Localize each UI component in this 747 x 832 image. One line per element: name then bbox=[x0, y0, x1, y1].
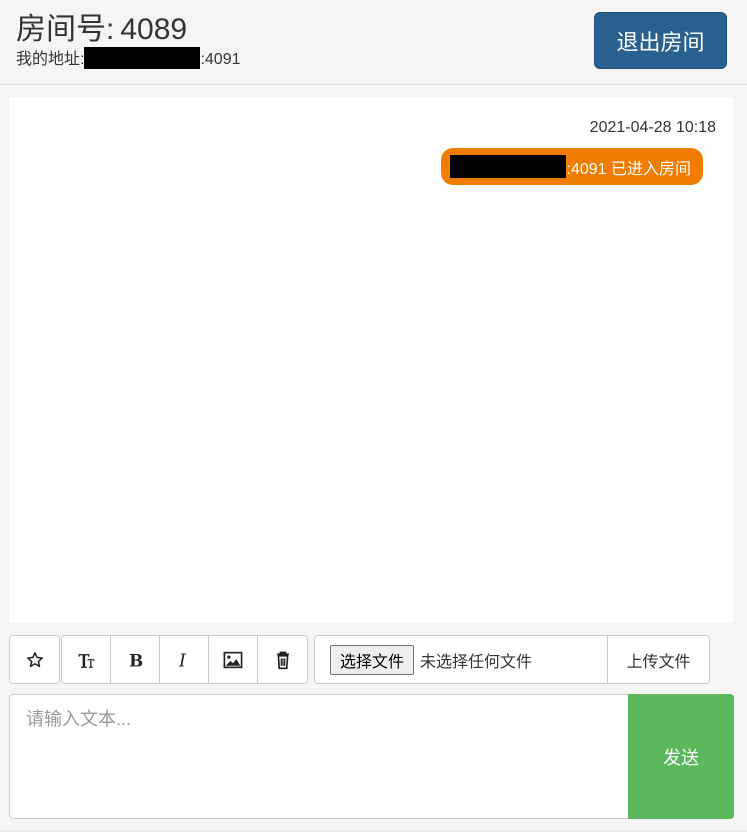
system-message-text: :4091 已进入房间 bbox=[566, 160, 692, 178]
my-address: 我的地址: :4091 bbox=[16, 47, 241, 70]
text-format-group: B I bbox=[61, 635, 308, 684]
star-icon bbox=[26, 651, 43, 667]
address-port: :4091 bbox=[200, 51, 241, 68]
italic-icon: I bbox=[178, 651, 187, 669]
bold-button[interactable]: B bbox=[111, 636, 160, 683]
upload-file-button[interactable]: 上传文件 bbox=[608, 636, 709, 683]
image-button[interactable] bbox=[209, 636, 258, 683]
text-size-button[interactable] bbox=[62, 636, 111, 683]
choose-file-button[interactable]: 选择文件 bbox=[330, 644, 415, 675]
chat-panel: 2021-04-28 10:18 :4091 已进入房间 bbox=[9, 97, 734, 623]
header: 房间号: 4089 我的地址: :4091 退出房间 bbox=[0, 0, 747, 85]
image-icon bbox=[223, 651, 243, 668]
svg-text:B: B bbox=[129, 650, 143, 669]
message-timestamp: 2021-04-28 10:18 bbox=[589, 119, 716, 136]
address-label: 我的地址: bbox=[16, 51, 85, 68]
system-message-bubble: :4091 已进入房间 bbox=[440, 148, 703, 185]
format-toolbar: B I bbox=[9, 635, 308, 684]
composer: 发送 bbox=[9, 694, 734, 819]
redacted-address bbox=[449, 155, 566, 178]
exit-room-button[interactable]: 退出房间 bbox=[594, 12, 727, 69]
redacted-address bbox=[84, 47, 201, 70]
send-button[interactable]: 发送 bbox=[628, 694, 734, 819]
message-input[interactable] bbox=[9, 694, 628, 819]
emoji-group bbox=[9, 635, 60, 684]
no-file-text: 未选择任何文件 bbox=[420, 653, 533, 671]
italic-button[interactable]: I bbox=[160, 636, 209, 683]
room-title: 房间号: 4089 bbox=[16, 12, 187, 48]
room-label: 房间号: bbox=[16, 13, 115, 46]
svg-text:I: I bbox=[178, 651, 187, 669]
trash-icon bbox=[276, 651, 289, 669]
star-button[interactable] bbox=[10, 636, 59, 683]
room-number: 4089 bbox=[120, 13, 188, 46]
text-size-icon bbox=[78, 653, 95, 668]
file-input-area: 选择文件 未选择任何文件 bbox=[315, 636, 608, 683]
bold-icon: B bbox=[129, 650, 143, 669]
file-upload-group: 选择文件 未选择任何文件 上传文件 bbox=[314, 635, 710, 684]
delete-button[interactable] bbox=[258, 636, 307, 683]
